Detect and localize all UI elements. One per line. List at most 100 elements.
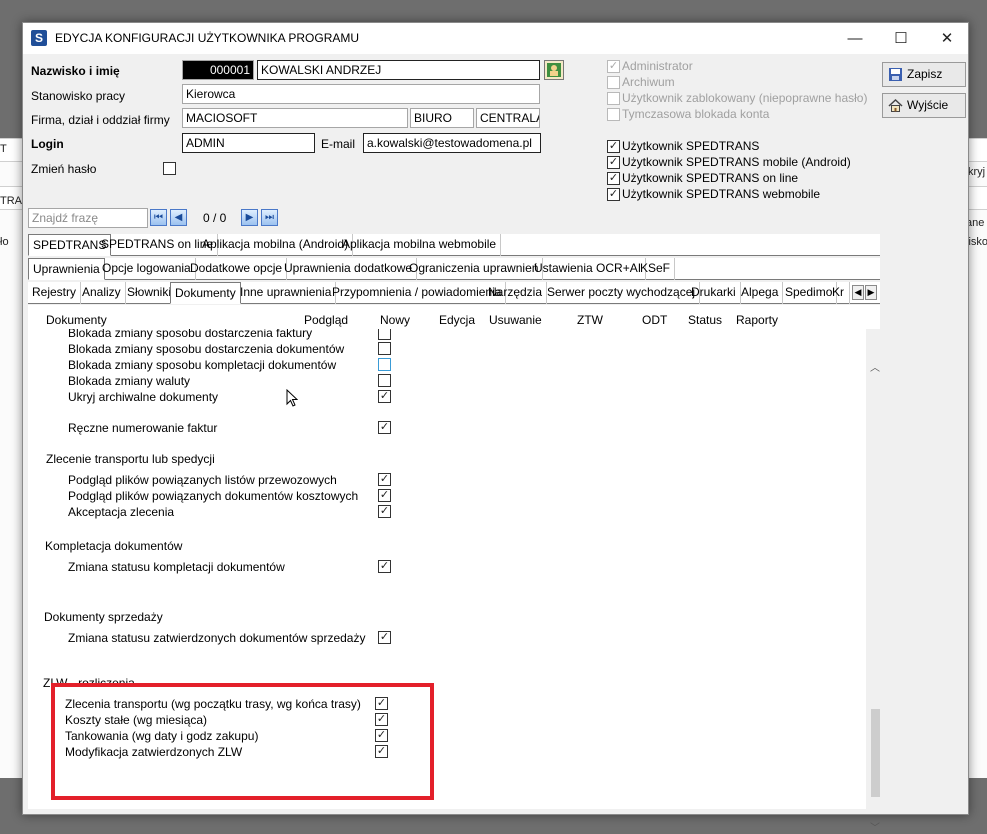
branch-field[interactable]: CENTRALA — [476, 108, 540, 128]
change-password-checkbox[interactable] — [163, 162, 176, 175]
permission-label: Blokada zmiany sposobu dostarczenia fakt… — [68, 329, 313, 340]
user-name-field[interactable]: KOWALSKI ANDRZEJ — [257, 60, 540, 80]
scrollbar-thumb[interactable] — [871, 709, 880, 797]
spedtrans-online-label: Użytkownik SPEDTRANS on line — [622, 171, 799, 185]
mouse-cursor-icon — [286, 389, 298, 407]
permission-checkbox[interactable]: ✓ — [378, 505, 391, 518]
next-result-button[interactable]: ▶ — [241, 209, 258, 226]
result-counter: 0 / 0 — [203, 211, 227, 225]
permission-checkbox[interactable]: ✓ — [378, 560, 391, 573]
tab-registers[interactable]: Rejestry — [28, 282, 82, 304]
tab-login-options[interactable]: Opcje logowania — [98, 258, 196, 280]
scroll-up-button[interactable]: ︿ — [866, 359, 884, 374]
first-result-button[interactable]: ⏮ — [150, 209, 167, 226]
temporary-lock-checkbox[interactable] — [607, 108, 620, 121]
email-field[interactable]: a.kowalski@testowadomena.pl — [363, 133, 541, 153]
name-label: Nazwisko i imię — [31, 64, 120, 78]
column-header: Status — [688, 313, 723, 327]
tab-additional-permissions[interactable]: Uprawnienia dodatkowe — [280, 258, 418, 280]
last-icon: ⏭ — [265, 212, 274, 223]
login-field[interactable]: ADMIN — [182, 133, 315, 153]
background-text: kryj — [968, 166, 986, 178]
permission-checkbox[interactable]: ✓ — [378, 421, 391, 434]
save-button[interactable]: Zapisz — [882, 62, 966, 87]
app-icon: S — [31, 30, 47, 46]
spedtrans-online-checkbox[interactable]: ✓ — [607, 172, 620, 185]
tab-ksef[interactable]: KSeF — [636, 258, 676, 280]
permission-label: Blokada zmiany sposobu dostarczenia doku… — [68, 342, 345, 356]
previous-result-button[interactable]: ◀ — [170, 209, 187, 226]
tab-ocr-settings[interactable]: Ustawienia OCR+AI — [530, 258, 647, 280]
search-input[interactable]: Znajdź frazę — [28, 208, 148, 228]
tab-permissions[interactable]: Uprawnienia — [28, 258, 105, 280]
first-icon: ⏮ — [154, 212, 163, 223]
administrator-checkbox[interactable]: ✓ — [607, 60, 620, 73]
company-field[interactable]: MACIOSOFT — [182, 108, 408, 128]
permission-checkbox[interactable] — [378, 342, 391, 355]
close-button[interactable]: ✕ — [924, 23, 970, 54]
tab-printers[interactable]: Drukarki — [687, 282, 741, 304]
tab-alpega[interactable]: Alpega — [737, 282, 784, 304]
tab-scroll-left-button[interactable]: ◀ — [852, 285, 864, 300]
position-label: Stanowisko pracy — [31, 89, 126, 103]
tab-outgoing-mail[interactable]: Serwer poczty wychodzącej — [543, 282, 701, 304]
section-header: Zlecenie transportu lub spedycji — [46, 452, 215, 466]
spedtrans-webmobile-label: Użytkownik SPEDTRANS webmobile — [622, 187, 821, 201]
tab-analyses[interactable]: Analizy — [78, 282, 126, 304]
archive-checkbox[interactable] — [607, 76, 620, 89]
permission-checkbox[interactable] — [378, 358, 391, 371]
tab-mobile-webmobile[interactable]: Aplikacja mobilna webmobile — [338, 234, 502, 256]
tab-tools[interactable]: Narzędzia — [484, 282, 548, 304]
permission-checkbox[interactable]: ✓ — [378, 473, 391, 486]
chevron-left-icon: ◀ — [854, 287, 862, 297]
tabs-row-3: Rejestry Analizy Słowniki Dokumenty Inne… — [28, 282, 880, 304]
permission-label: Podgląd plików powiązanych dokumentów ko… — [68, 489, 359, 503]
archive-label: Archiwum — [622, 75, 675, 89]
spedtrans-webmobile-checkbox[interactable]: ✓ — [607, 188, 620, 201]
permission-checkbox[interactable]: ✓ — [378, 631, 391, 644]
permission-label: Akceptacja zlecenia — [68, 505, 175, 519]
background-text: lisko — [966, 236, 987, 248]
previous-icon: ◀ — [174, 212, 183, 223]
tab-dictionaries[interactable]: Słowniki — [123, 282, 177, 304]
column-header: Podgląd — [304, 313, 349, 327]
chevron-up-icon: ︿ — [870, 363, 880, 374]
user-id-field[interactable]: 000001 — [182, 60, 254, 80]
user-blocked-checkbox[interactable] — [607, 92, 620, 105]
column-header: ZTW — [577, 313, 603, 327]
spedtrans-user-checkbox[interactable]: ✓ — [607, 140, 620, 153]
chevron-right-icon: ▶ — [867, 287, 875, 297]
minimize-button[interactable]: — — [832, 23, 878, 54]
tab-permission-limits[interactable]: Ograniczenia uprawnień — [405, 258, 544, 280]
tab-scroll-right-button[interactable]: ▶ — [865, 285, 877, 300]
permission-checkbox[interactable]: ✓ — [378, 489, 391, 502]
highlight-box — [51, 683, 434, 800]
user-photo-button[interactable] — [544, 60, 564, 80]
floppy-disk-icon — [889, 68, 902, 81]
position-field[interactable]: Kierowca — [182, 84, 540, 104]
change-password-label: Zmień hasło — [31, 162, 97, 176]
permission-label: Blokada zmiany sposobu kompletacji dokum… — [68, 358, 337, 372]
last-result-button[interactable]: ⏭ — [261, 209, 278, 226]
tab-reminders[interactable]: Przypomnienia / powiadomienia — [328, 282, 507, 304]
tab-mobile-android[interactable]: Aplikacja mobilna (Android) — [198, 234, 354, 256]
exit-button[interactable]: Wyjście — [882, 93, 966, 118]
column-header: Dokumenty — [46, 313, 107, 327]
tab-other-permissions[interactable]: Inne uprawnienia — [236, 282, 337, 304]
permission-checkbox[interactable] — [378, 374, 391, 387]
tab-additional-options[interactable]: Dodatkowe opcje — [186, 258, 288, 280]
spedtrans-mobile-checkbox[interactable]: ✓ — [607, 156, 620, 169]
window-title: EDYCJA KONFIGURACJI UŻYTKOWNIKA PROGRAMU — [55, 31, 360, 45]
permission-label: Zmiana statusu kompletacji dokumentów — [68, 560, 285, 574]
section-header: Dokumenty sprzedaży — [44, 610, 163, 624]
maximize-button[interactable]: ☐ — [878, 23, 924, 54]
permission-checkbox[interactable] — [378, 329, 391, 340]
login-label: Login — [31, 137, 64, 151]
permission-checkbox[interactable]: ✓ — [378, 390, 391, 403]
email-label: E-mail — [321, 137, 356, 151]
tab-truncated[interactable]: Kr — [828, 282, 850, 304]
user-config-dialog: S EDYCJA KONFIGURACJI UŻYTKOWNIKA PROGRA… — [22, 22, 970, 834]
column-header: Raporty — [736, 313, 779, 327]
department-field[interactable]: BIURO — [410, 108, 474, 128]
tab-documents[interactable]: Dokumenty — [170, 282, 241, 304]
